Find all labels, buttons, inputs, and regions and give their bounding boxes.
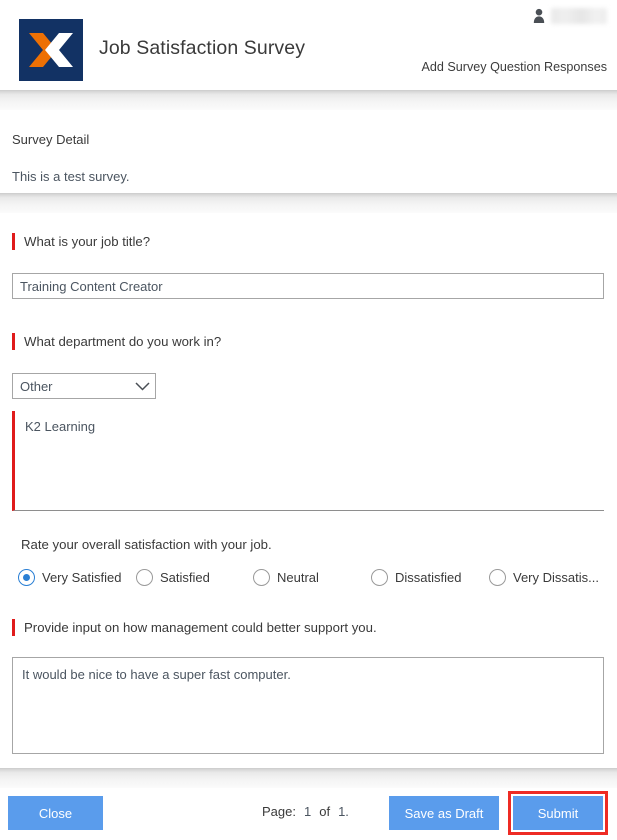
department-select-value: Other: [20, 378, 53, 394]
survey-form: What is your job title? What department …: [0, 213, 617, 768]
footer-separator-band: [0, 768, 617, 788]
department-other-detail-area[interactable]: K2 Learning: [12, 411, 604, 511]
pager-of-label: of: [319, 804, 331, 819]
radio-option-satisfied[interactable]: Satisfied: [136, 569, 210, 586]
radio-mark-neutral[interactable]: [253, 569, 270, 586]
department-other-detail-value: K2 Learning: [25, 419, 96, 434]
pager: Page: 1 of 1.: [262, 804, 349, 819]
radio-option-neutral[interactable]: Neutral: [253, 569, 319, 586]
page-footer: Close Page: 1 of 1. Save as Draft Submit: [0, 788, 617, 840]
radio-label-very-satisfied: Very Satisfied: [42, 570, 122, 585]
k2-x-logo-icon: [19, 19, 83, 81]
department-select[interactable]: Other: [12, 373, 156, 399]
add-survey-question-responses-link[interactable]: Add Survey Question Responses: [421, 60, 607, 74]
radio-option-dissatisfied[interactable]: Dissatisfied: [371, 569, 461, 586]
job-title-input[interactable]: [12, 273, 604, 299]
chevron-down-icon: [129, 381, 155, 391]
radio-label-very-dissatisfied: Very Dissatis...: [513, 570, 599, 585]
user-menu[interactable]: [533, 8, 607, 24]
question-label-department: What department do you work in?: [12, 333, 221, 350]
radio-mark-very-dissatisfied[interactable]: [489, 569, 506, 586]
management-input-textarea[interactable]: It would be nice to have a super fast co…: [12, 657, 604, 754]
radio-option-very-dissatisfied[interactable]: Very Dissatis...: [489, 569, 599, 586]
survey-detail-section: Survey Detail This is a test survey.: [0, 110, 617, 193]
survey-detail-heading: Survey Detail: [12, 132, 90, 147]
save-as-draft-button[interactable]: Save as Draft: [389, 796, 499, 830]
page-header: Job Satisfaction Survey Add Survey Quest…: [0, 0, 617, 90]
person-icon: [533, 8, 545, 23]
survey-detail-description: This is a test survey.: [12, 169, 130, 184]
user-name: [551, 8, 607, 24]
question-label-satisfaction: Rate your overall satisfaction with your…: [21, 537, 272, 552]
radio-option-very-satisfied[interactable]: Very Satisfied: [18, 569, 122, 586]
radio-label-dissatisfied: Dissatisfied: [395, 570, 462, 585]
survey-page: Job Satisfaction Survey Add Survey Quest…: [0, 0, 617, 840]
radio-mark-dissatisfied[interactable]: [371, 569, 388, 586]
page-title: Job Satisfaction Survey: [99, 37, 306, 59]
question-label-job-title: What is your job title?: [12, 233, 150, 250]
close-button[interactable]: Close: [8, 796, 103, 830]
pager-current-page: 1: [303, 804, 312, 819]
detail-separator-band: [0, 193, 617, 213]
satisfaction-radio-group: Very Satisfied Satisfied Neutral Dissati…: [0, 569, 617, 593]
submit-button[interactable]: Submit: [513, 796, 603, 830]
pager-label: Page:: [262, 804, 296, 819]
header-separator-band: [0, 90, 617, 110]
radio-mark-satisfied[interactable]: [136, 569, 153, 586]
radio-label-neutral: Neutral: [277, 570, 319, 585]
question-label-management-input: Provide input on how management could be…: [12, 619, 377, 636]
radio-mark-very-satisfied[interactable]: [18, 569, 35, 586]
pager-total-pages: 1.: [338, 804, 349, 819]
radio-label-satisfied: Satisfied: [160, 570, 210, 585]
management-input-value: It would be nice to have a super fast co…: [22, 667, 291, 682]
